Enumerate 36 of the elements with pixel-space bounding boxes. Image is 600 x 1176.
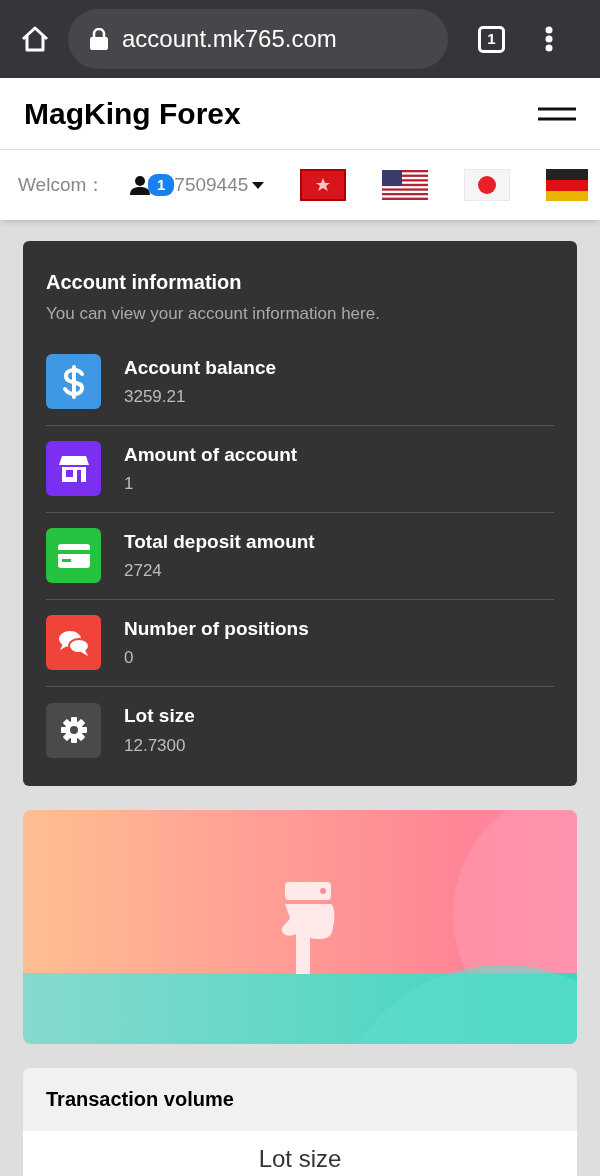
caret-icon <box>252 181 265 189</box>
card-title: Transaction volume <box>46 1087 234 1112</box>
dollar-icon <box>60 364 87 399</box>
url-text: account.mk765.com <box>122 24 337 54</box>
item-value: 3259.21 <box>124 386 187 408</box>
credit-card-icon <box>57 543 90 568</box>
item-value: 2724 <box>124 560 163 582</box>
gear-icon <box>59 716 88 744</box>
item-value: 1 <box>124 473 135 495</box>
welcome-label: Welcom： <box>18 172 107 197</box>
item-label: Lot size <box>124 704 195 728</box>
site-title: MagKing Forex <box>24 96 241 132</box>
home-icon[interactable] <box>20 25 50 53</box>
lock-icon <box>90 28 108 50</box>
item-label: Account balance <box>124 355 277 380</box>
item-value: 12.7300 <box>124 734 187 757</box>
flag-icon[interactable] <box>300 169 347 201</box>
column-heading: Lot size <box>258 1143 342 1174</box>
tab-count-button[interactable]: 1 <box>478 25 505 53</box>
chat-bubbles-icon <box>57 628 90 657</box>
flag-icon[interactable] <box>382 170 429 200</box>
card-title: Account information <box>46 270 243 295</box>
card-subtitle: You can view your account information here. <box>46 303 381 325</box>
menu-icon[interactable] <box>538 106 576 121</box>
flag-icon[interactable] <box>546 169 589 201</box>
store-icon <box>58 454 89 483</box>
user-icon <box>130 175 150 195</box>
item-value: 0 <box>124 647 135 669</box>
user-menu[interactable]: 1 7509445 <box>130 170 265 200</box>
item-label: Total deposit amount <box>124 529 315 554</box>
count-badge: 1 <box>148 174 175 196</box>
more-options-icon[interactable] <box>545 26 553 52</box>
item-label: Amount of account <box>124 442 298 467</box>
user-id: 7509445 <box>174 172 249 197</box>
address-bar[interactable]: account.mk765.com <box>68 9 448 69</box>
item-label: Number of positions <box>124 616 309 641</box>
